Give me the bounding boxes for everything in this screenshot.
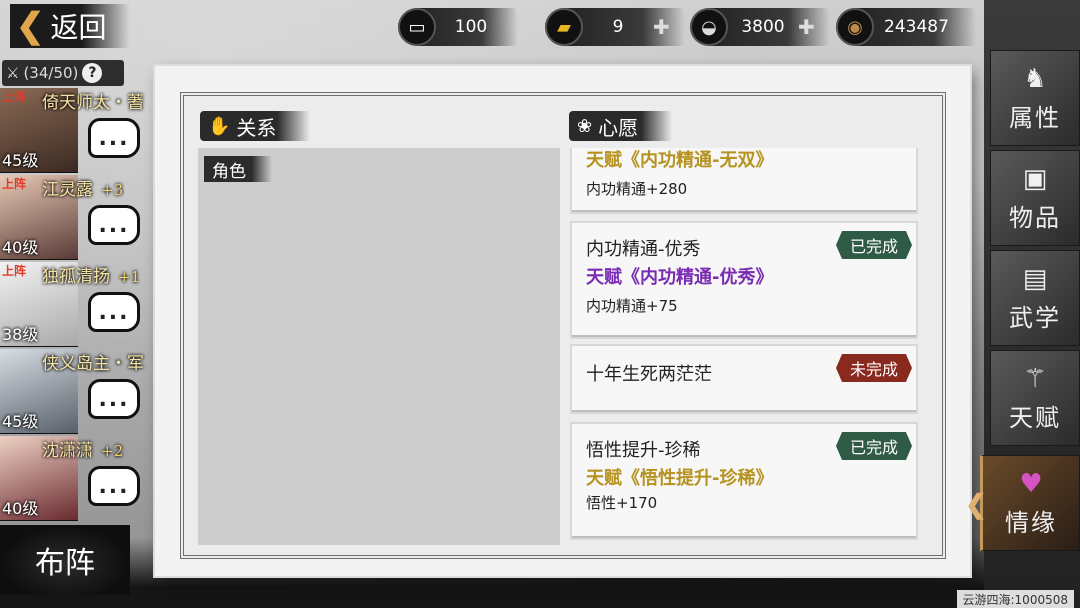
resource-value: 9 (612, 17, 624, 37)
hero-level: 38级 (2, 325, 39, 344)
hero-name: 侠义岛主・军 (42, 354, 144, 374)
hero-level: 45级 (2, 151, 39, 170)
roster-count-text: (34/50) (23, 64, 79, 82)
wish-talent: 天赋《悟性提升-珍稀》 (586, 468, 774, 489)
wish-card: 悟性提升-珍稀 已完成 天赋《悟性提升-珍稀》 悟性+170 (570, 422, 918, 540)
wishes-header: ❀ 心愿 (569, 111, 673, 141)
relations-header: ✋ 关系 (200, 111, 311, 141)
scroll-icon: ▭ (398, 8, 436, 46)
lotus-icon: ❀ (577, 115, 593, 137)
hero-card[interactable]: 上阵 独孤清扬 +1 38级 ... (0, 262, 160, 347)
hero-card[interactable]: 侠义岛主・军 45级 ... (0, 349, 160, 434)
tab-items[interactable]: ▣ 物品 (990, 150, 1080, 246)
copper-coin-icon: ◉ (836, 8, 874, 46)
back-button[interactable]: ❮ 返回 (10, 4, 130, 48)
hero-card[interactable]: 上阵 倚天师太・蓍 45级 ... (0, 88, 160, 173)
relations-area (198, 148, 560, 545)
roster-count: ⚔ (34/50) ? (2, 60, 124, 86)
wish-talent: 天赋《内功精通-优秀》 (586, 267, 774, 288)
hands-icon: ✋ (208, 115, 231, 137)
hero-status: 上阵 (2, 90, 27, 104)
tab-talents[interactable]: ⚚ 天赋 (990, 350, 1080, 446)
hero-card[interactable]: 沈潇潇 +2 40级 ... (0, 436, 160, 521)
hero-level: 45级 (2, 412, 39, 431)
wish-card: 内功精通-优秀 已完成 天赋《内功精通-优秀》 内功精通+75 (570, 221, 918, 339)
resource-value: 243487 (884, 17, 949, 37)
resource-copper: ◉ 243487 (836, 8, 976, 46)
hero-name: 独孤清扬 +1 (42, 267, 141, 287)
heart-icon: ♥ (1019, 468, 1043, 499)
chat-bubble-icon[interactable]: ... (88, 118, 140, 158)
horse-icon: ♞ (1023, 63, 1047, 94)
chat-bubble-icon[interactable]: ... (88, 466, 140, 506)
back-label: 返回 (50, 11, 107, 44)
status-badge: 已完成 (835, 432, 912, 460)
tab-attributes[interactable]: ♞ 属性 (990, 50, 1080, 146)
resource-silver: ◒ 3800 ✚ (690, 8, 830, 46)
chevron-left-icon: ❮ (16, 6, 45, 46)
hero-level: 40级 (2, 238, 39, 257)
hero-status: 上阵 (2, 177, 27, 191)
wish-title: 内功精通-优秀 (586, 239, 701, 260)
tab-martial-arts[interactable]: ▤ 武学 (990, 250, 1080, 346)
wish-effect: 内功精通+75 (586, 297, 678, 315)
hero-name: 江灵露 +3 (42, 180, 124, 200)
side-nav: ♞ 属性 ▣ 物品 ▤ 武学 ⚚ 天赋 ❮ ♥ 情缘 (965, 0, 1080, 608)
wish-title: 十年生死两茫茫 (586, 364, 712, 385)
status-badge: 已完成 (835, 231, 912, 259)
hero-status: 上阵 (2, 264, 27, 278)
hero-name: 倚天师太・蓍 (42, 93, 144, 113)
tab-relationships[interactable]: ❮ ♥ 情缘 (965, 455, 1080, 551)
wish-effect: 悟性+170 (586, 494, 658, 512)
gold-bar-icon: ▰ (545, 8, 583, 46)
resource-scroll: ▭ 100 (398, 8, 518, 46)
resource-value: 3800 (741, 17, 785, 37)
gift-box-icon: ▣ (1022, 163, 1048, 194)
chevron-left-icon: ❮ (965, 490, 987, 520)
wish-title: 悟性提升-珍稀 (586, 440, 701, 461)
hero-name: 沈潇潇 +2 (42, 441, 124, 461)
wish-talent: 天赋《内功精通-无双》 (586, 150, 774, 171)
help-icon[interactable]: ? (82, 63, 103, 83)
role-tag[interactable]: 角色 (204, 156, 272, 182)
server-label: 云游四海:1000508 (956, 590, 1074, 608)
hero-level: 40级 (2, 499, 39, 518)
hero-card[interactable]: 上阵 江灵露 +3 40级 ... (0, 175, 160, 260)
chat-bubble-icon[interactable]: ... (88, 292, 140, 332)
book-icon: ▤ (1022, 263, 1048, 294)
relations-title: 关系 (236, 115, 277, 140)
wish-card: 十年生死两茫茫 未完成 (570, 344, 918, 414)
wish-list[interactable]: 天赋《内功精通-无双》 内功精通+280 内功精通-优秀 已完成 天赋《内功精通… (568, 148, 920, 545)
chat-bubble-icon[interactable]: ... (88, 379, 140, 419)
add-gold-button[interactable]: ✚ (653, 15, 670, 39)
resource-value: 100 (454, 17, 488, 37)
silver-ingot-icon: ◒ (690, 8, 728, 46)
talent-icon: ⚚ (1023, 363, 1047, 394)
sword-icon: ⚔ (6, 64, 20, 82)
formation-button[interactable]: 布阵 (0, 525, 130, 595)
add-silver-button[interactable]: ✚ (798, 15, 815, 39)
wish-card: 天赋《内功精通-无双》 内功精通+280 (570, 148, 918, 214)
resource-gold: ▰ 9 ✚ (545, 8, 685, 46)
chat-bubble-icon[interactable]: ... (88, 205, 140, 245)
wishes-title: 心愿 (598, 115, 639, 140)
status-badge: 未完成 (835, 354, 912, 382)
wish-effect: 内功精通+280 (586, 180, 688, 198)
